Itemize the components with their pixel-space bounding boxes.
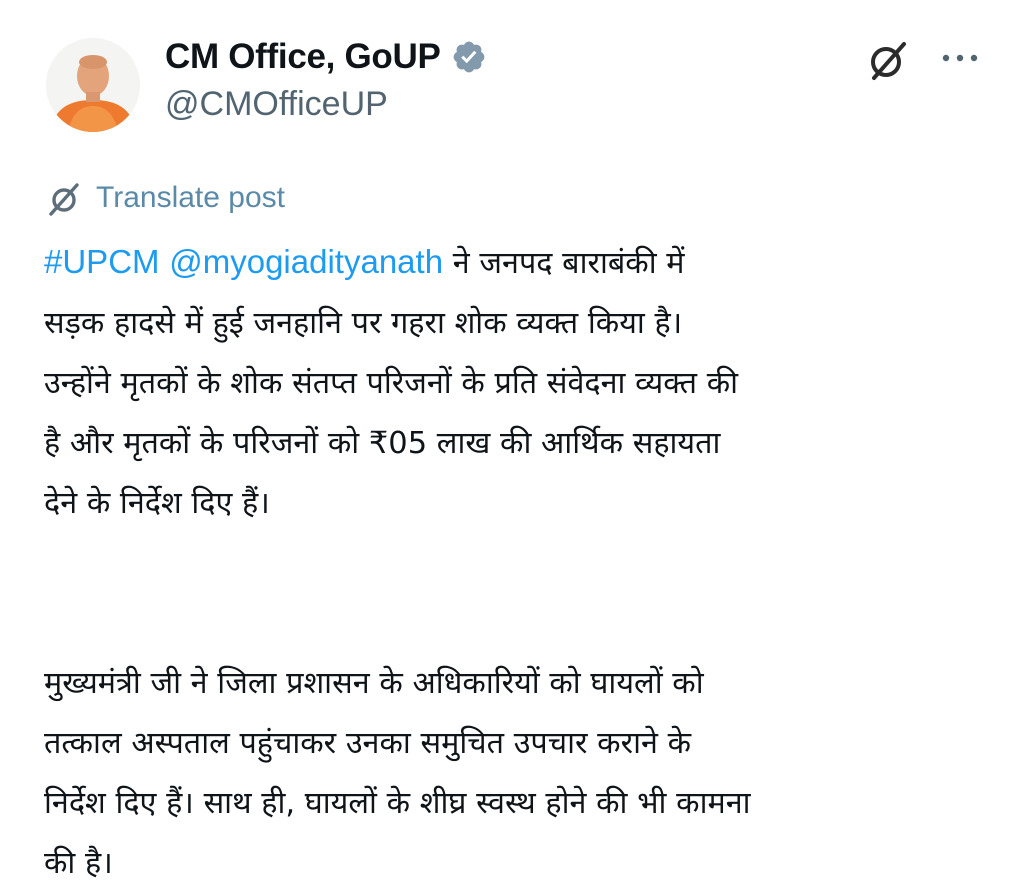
profile-avatar[interactable] bbox=[46, 38, 140, 132]
more-options-icon[interactable] bbox=[940, 46, 980, 70]
author-name-row: CM Office, GoUP bbox=[165, 34, 487, 80]
hashtag-link[interactable]: #UPCM bbox=[44, 243, 160, 280]
grok-icon[interactable] bbox=[866, 38, 910, 82]
post-paragraph-1: #UPCM @myogiadityanath ने जनपद बाराबंकी … bbox=[44, 232, 994, 534]
post-line: निर्देश दिए हैं। साथ ही, घायलों के शीघ्र… bbox=[44, 786, 751, 821]
avatar-image bbox=[46, 38, 140, 132]
post-line: है और मृतकों के परिजनों को ₹05 लाख की आर… bbox=[44, 426, 721, 461]
translate-post-label: Translate post bbox=[96, 181, 285, 214]
post-line: #UPCM @myogiadityanath ने जनपद बाराबंकी … bbox=[44, 232, 994, 294]
post-text: #UPCM @myogiadityanath ने जनपद बाराबंकी … bbox=[44, 232, 994, 894]
post-line: देने के निर्देश दिए हैं। bbox=[44, 486, 270, 521]
translate-post-link[interactable]: Translate post bbox=[44, 176, 285, 220]
author-display-name[interactable]: CM Office, GoUP bbox=[165, 37, 441, 77]
post-line: सड़क हादसे में हुई जनहानि पर गहरा शोक व्… bbox=[44, 306, 683, 341]
post-line: मुख्यमंत्री जी ने जिला प्रशासन के अधिकार… bbox=[44, 666, 704, 701]
post-line: की है। bbox=[44, 846, 113, 881]
post-line-text: ने जनपद बाराबंकी में bbox=[452, 246, 685, 281]
author-handle[interactable]: @CMOfficeUP bbox=[165, 85, 388, 124]
post-line: तत्काल अस्पताल पहुंचाकर उनका समुचित उपचा… bbox=[44, 726, 692, 761]
mention-link[interactable]: @myogiadityanath bbox=[169, 243, 443, 280]
verified-badge-icon bbox=[453, 41, 484, 73]
post-line: उन्होंने मृतकों के शोक संतप्त परिजनों के… bbox=[44, 366, 739, 401]
post-paragraph-2: मुख्यमंत्री जी ने जिला प्रशासन के अधिकार… bbox=[44, 654, 994, 894]
translate-icon bbox=[49, 183, 79, 216]
